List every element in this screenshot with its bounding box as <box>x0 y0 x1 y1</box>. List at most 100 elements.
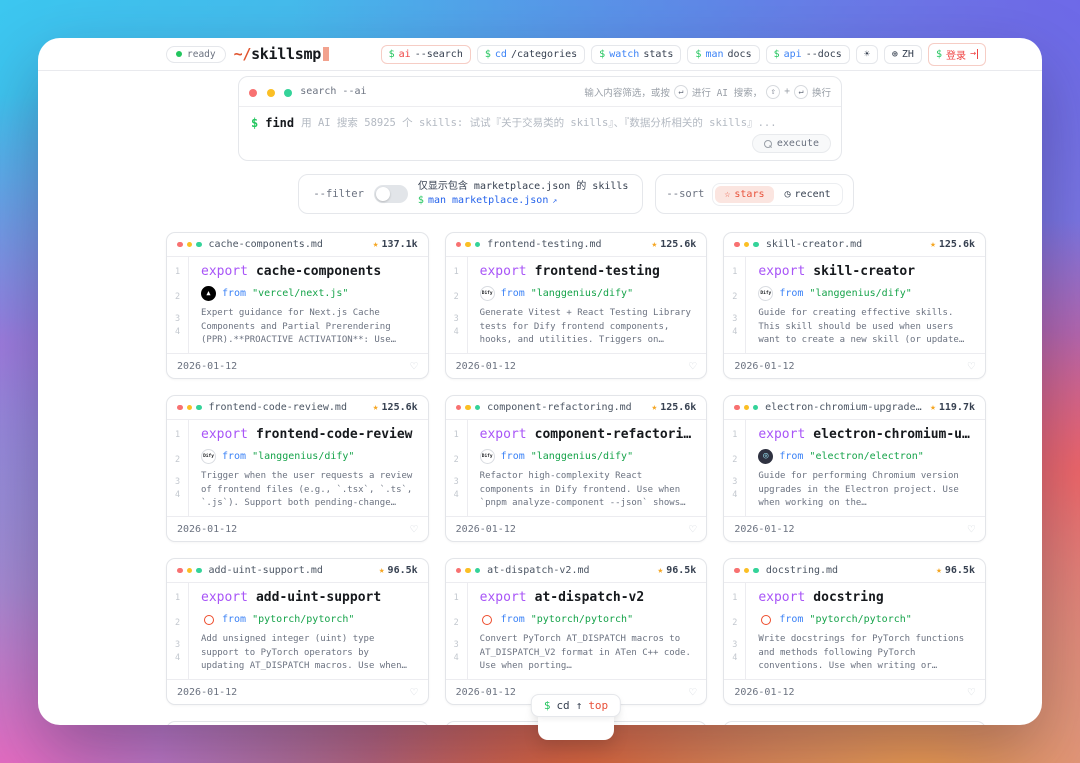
nav-args: --docs <box>805 48 842 60</box>
heart-icon[interactable]: ♡ <box>410 522 417 536</box>
skill-card[interactable]: at-dispatch-v2.md ★ 96.5k 1 2 3 4 export… <box>444 558 708 705</box>
red-dot-icon <box>177 567 183 574</box>
terminal-cursor <box>322 47 329 61</box>
skill-description: Guide for creating effective skills. Thi… <box>758 308 959 345</box>
heart-icon[interactable]: ♡ <box>689 522 696 536</box>
star-icon: ★ <box>930 402 936 413</box>
sort-stars-button[interactable]: ☆ stars <box>715 185 774 203</box>
nav-ai-search-button[interactable]: $ ai --search <box>380 44 471 64</box>
skill-date: 2026-01-12 <box>734 523 795 535</box>
search-terminal: search --ai 输入内容筛选，或按 ↵ 进行 AI 搜索， ⇧ + ↵ … <box>238 76 842 161</box>
login-arrow-icon: → <box>969 48 978 59</box>
export-line: export component-refactoring <box>480 427 697 442</box>
from-keyword: from <box>779 614 804 625</box>
skill-card[interactable]: electron-chromium-upgrade.md ★ 119.7k 1 … <box>723 395 986 542</box>
line-number: 2 <box>453 292 459 302</box>
execute-button[interactable]: execute <box>751 134 831 153</box>
from-keyword: from <box>222 288 247 299</box>
marketplace-manual-link[interactable]: $ man marketplace.json ↗ <box>418 194 629 208</box>
skill-filename: at-dispatch-v2.md <box>487 565 590 576</box>
skill-date: 2026-01-12 <box>177 523 238 535</box>
skill-card[interactable]: add-uint-support.md ★ 96.5k 1 2 3 4 expo… <box>166 558 429 705</box>
line-number-gutter: 1 2 3 4 <box>167 583 189 679</box>
theme-toggle-button[interactable]: ☀ <box>855 44 878 64</box>
card-footer: 2026-01-12 ♡ <box>167 679 428 704</box>
green-dot-icon <box>474 567 481 574</box>
star-count-badge: ★ 125.6k <box>651 402 696 413</box>
skill-card[interactable]: cache-components.md ★ 137.1k 1 2 3 4 exp… <box>166 232 429 379</box>
card-header: cache-components.md ★ 137.1k <box>167 233 428 257</box>
skill-card[interactable]: writing-dev-server-tests.md ★ 86.2k 1 2 … <box>723 721 986 725</box>
language-button[interactable]: ⊕ ZH <box>883 44 922 64</box>
status-badge: ready <box>166 45 226 63</box>
skill-card[interactable]: frontend-code-review.md ★ 125.6k 1 2 3 4… <box>166 395 429 542</box>
external-link-icon: ↗ <box>552 196 558 206</box>
line-number: 1 <box>174 430 181 440</box>
skill-card[interactable]: skill-creator.md ★ 125.6k 1 2 3 4 export… <box>723 232 986 379</box>
line-number: 1 <box>732 267 738 277</box>
yellow-dot-icon <box>186 567 192 574</box>
sort-options: ☆ stars ◷ recent <box>712 182 843 206</box>
cd-command: cd <box>556 699 570 712</box>
marketplace-filter-toggle[interactable] <box>373 185 408 203</box>
nav-categories-button[interactable]: $ cd /categories <box>476 44 586 64</box>
dify-logo <box>479 286 495 301</box>
nav-cmd: man <box>705 48 724 60</box>
line-number: 2 <box>453 455 459 465</box>
star-icon: ★ <box>936 565 942 576</box>
card-code: export electron-chromium-upgrade from "e… <box>746 420 985 516</box>
red-dot-icon <box>177 241 183 248</box>
heart-icon[interactable]: ♡ <box>689 359 696 373</box>
export-line: export skill-creator <box>758 264 975 279</box>
skill-name: frontend-code-review <box>255 427 413 442</box>
red-dot-icon <box>455 567 462 574</box>
skill-card[interactable]: skill-writer.md ★ 96.5k 1 2 3 4 export <box>166 721 429 725</box>
from-keyword: from <box>779 451 804 462</box>
filter-label: --filter <box>313 188 364 200</box>
heart-icon[interactable]: ♡ <box>968 685 975 699</box>
sun-icon: ☀ <box>863 48 870 60</box>
line-number: 3 <box>174 640 181 650</box>
site-title[interactable]: ~/skillsmp <box>234 45 329 63</box>
search-input[interactable] <box>301 117 829 129</box>
card-code: export frontend-code-review from "langge… <box>189 420 428 516</box>
nav-args: docs <box>727 48 752 60</box>
login-button[interactable]: $ 登录 → <box>927 42 986 66</box>
skill-name: cache-components <box>255 264 382 279</box>
nav-api-docs-button[interactable]: $ api --docs <box>765 44 850 64</box>
star-count-badge: ★ 96.5k <box>379 565 418 576</box>
repo-name: "pytorch/pytorch" <box>530 614 634 625</box>
heart-icon[interactable]: ♡ <box>410 359 417 373</box>
line-number: 2 <box>732 618 738 628</box>
back-to-top-button[interactable]: $ cd ↑ top <box>530 694 622 717</box>
nav-docs-button[interactable]: $ man docs <box>687 44 760 64</box>
skill-card[interactable]: docstring.md ★ 96.5k 1 2 3 4 export docs… <box>723 558 986 705</box>
star-count-badge: ★ 125.6k <box>373 402 418 413</box>
line-number: 1 <box>453 593 459 603</box>
export-line: export electron-chromium-upgrade <box>758 427 975 442</box>
card-header: writing-dev-server-tests.md ★ 86.2k <box>724 722 985 725</box>
hint-text: 换行 <box>811 87 831 99</box>
skill-card[interactable]: frontend-testing.md ★ 125.6k 1 2 3 4 exp… <box>444 232 708 379</box>
star-icon: ★ <box>372 402 379 413</box>
heart-icon[interactable]: ♡ <box>968 522 975 536</box>
card-header: electron-chromium-upgrade.md ★ 119.7k <box>724 396 985 420</box>
skill-filename: frontend-code-review.md <box>208 402 347 413</box>
heart-icon[interactable]: ♡ <box>689 685 696 699</box>
heart-icon[interactable]: ♡ <box>968 359 975 373</box>
green-dot-icon <box>474 404 481 411</box>
skill-date: 2026-01-12 <box>177 686 238 698</box>
export-line: export cache-components <box>201 264 418 279</box>
export-line: export frontend-code-review <box>201 427 418 442</box>
sort-recent-button[interactable]: ◷ recent <box>776 186 840 203</box>
yellow-dot-icon <box>465 241 471 248</box>
pytorch-logo <box>758 612 774 627</box>
from-keyword: from <box>779 288 804 299</box>
line-number: 4 <box>174 490 181 500</box>
yellow-dot-icon <box>465 404 471 411</box>
from-line: from "langgenius/dify" <box>758 286 975 301</box>
heart-icon[interactable]: ♡ <box>410 685 417 699</box>
nav-stats-button[interactable]: $ watch stats <box>591 44 682 64</box>
hint-text: 进行 AI 搜索， <box>691 87 763 99</box>
skill-card[interactable]: component-refactoring.md ★ 125.6k 1 2 3 … <box>444 395 708 542</box>
